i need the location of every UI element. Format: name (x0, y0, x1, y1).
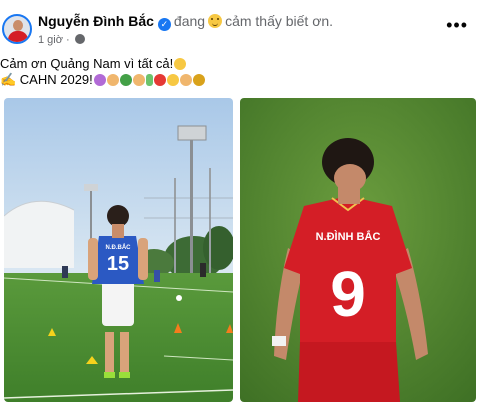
post-text-line-1-content: Cảm ơn Quảng Nam vì tất cả! (0, 56, 174, 71)
left-jersey-number: 15 (107, 253, 129, 275)
post-text-line-2-content: ✍️ CAHN 2029! (0, 72, 93, 87)
grateful-face-emoji-icon-2 (166, 74, 179, 86)
post-header: Nguyễn Đình Bắc ✓ đang cảm thấy biết ơn. 1 … (0, 8, 480, 54)
pray-emoji-icon (132, 74, 145, 86)
grateful-face-emoji-icon (174, 58, 187, 70)
verified-icon: ✓ (157, 18, 171, 31)
post-text-line-2: ✍️ CAHN 2029! (0, 72, 205, 88)
left-jersey-name: N.Đ.BẮC (106, 243, 132, 251)
clap-emoji-icon (106, 74, 119, 86)
activity-text: đang (173, 13, 206, 29)
author-line: Nguyễn Đình Bắc ✓ đang cảm thấy biết ơn. (38, 13, 333, 31)
post-photos: N.Đ.BẮC 15 N.ĐÌNH BẮC 9 (4, 98, 476, 402)
avatar-shirt (8, 31, 28, 42)
trophy-emoji-icon (192, 74, 205, 86)
photo-match-image: N.ĐÌNH BẮC 9 (240, 98, 476, 402)
photo-training[interactable]: N.Đ.BẮC 15 (4, 98, 233, 402)
post-meta: 1 giờ · (38, 34, 85, 46)
right-jersey-name: N.ĐÌNH BẮC (316, 230, 381, 243)
right-jersey-number: 9 (330, 258, 366, 330)
bottle-emoji-icon (145, 74, 153, 86)
clover-emoji-icon (119, 74, 132, 86)
post-time[interactable]: 1 giờ (38, 34, 63, 46)
more-options-icon[interactable]: ••• (446, 16, 468, 34)
muscle-emoji-icon (179, 74, 192, 86)
author-avatar[interactable] (2, 14, 32, 44)
post-text-line-1: Cảm ơn Quảng Nam vì tất cả! (0, 56, 205, 72)
author-name[interactable]: Nguyễn Đình Bắc (38, 13, 154, 29)
meta-separator: · (66, 34, 70, 46)
feeling-text: cảm thấy biết ơn. (225, 13, 334, 29)
globe-icon[interactable] (74, 34, 85, 44)
devil-face-emoji-icon (93, 74, 106, 86)
photo-match[interactable]: N.ĐÌNH BẮC 9 (240, 98, 476, 402)
post-text: Cảm ơn Quảng Nam vì tất cả! ✍️ CAHN 2029… (0, 56, 205, 88)
photo-training-image: N.Đ.BẮC 15 (4, 98, 233, 402)
avatar-face (13, 20, 23, 31)
heart-emoji-icon (153, 74, 166, 86)
smiling-face-icon (208, 14, 223, 28)
